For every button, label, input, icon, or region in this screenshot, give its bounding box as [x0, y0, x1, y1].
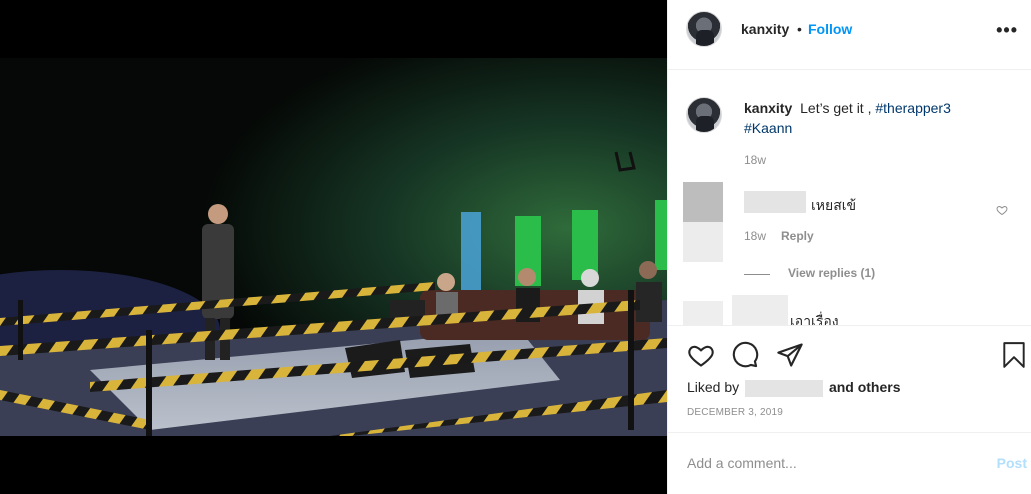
bookmark-icon[interactable] — [1001, 341, 1027, 369]
liked-by-prefix: Liked by — [687, 379, 740, 395]
more-options-icon[interactable]: ••• — [996, 20, 1018, 41]
comment-icon[interactable] — [731, 341, 759, 369]
comment-input[interactable]: Add a comment... — [687, 455, 797, 471]
header-separator: • — [797, 21, 802, 37]
post-comment-button[interactable]: Post — [997, 455, 1027, 471]
redacted-username-2 — [732, 295, 788, 325]
comments-list[interactable]: kanxity Let’s get it , #therapper3 #Kaan… — [668, 71, 1031, 326]
redacted-liker — [745, 379, 824, 397]
replies-divider — [744, 274, 770, 275]
commenter-avatar-2[interactable] — [683, 301, 723, 325]
share-icon[interactable] — [776, 341, 804, 369]
reply-button[interactable]: Reply — [781, 229, 814, 243]
caption-text: Let’s get it , — [800, 100, 872, 116]
caption: kanxity Let’s get it , #therapper3 #Kaan… — [744, 98, 1004, 138]
hashtag-therapper3[interactable]: #therapper3 — [875, 100, 951, 116]
follow-button[interactable]: Follow — [808, 21, 852, 37]
post-date[interactable]: December 3, 2019 — [687, 407, 783, 418]
redacted-username — [744, 191, 806, 213]
view-replies-button[interactable]: View replies (1) — [788, 266, 875, 280]
liked-by: Liked by and others — [687, 379, 901, 397]
caption-author-avatar[interactable] — [686, 97, 722, 133]
comment-age: 18w — [744, 229, 767, 243]
post-header: kanxity • Follow ••• — [668, 0, 1031, 70]
post-media[interactable] — [0, 0, 667, 494]
comment-text: เหยสเข้ — [811, 197, 857, 213]
caption-age: 18w — [744, 153, 767, 167]
add-comment-bar: Add a comment... Post — [668, 434, 1031, 494]
liked-by-others[interactable]: and others — [829, 379, 901, 395]
author-avatar[interactable] — [686, 11, 722, 47]
comment-like-heart-icon[interactable] — [996, 204, 1008, 216]
post-details-panel: kanxity • Follow ••• kanxity Let’s get i… — [667, 0, 1031, 494]
hashtag-kaann[interactable]: #Kaann — [744, 120, 792, 136]
author-username[interactable]: kanxity — [741, 21, 789, 37]
heart-icon[interactable] — [687, 341, 715, 369]
commenter-avatar[interactable] — [683, 182, 723, 262]
caption-username[interactable]: kanxity — [744, 100, 792, 116]
comment-text-2: เอาเรื่อง — [790, 313, 839, 326]
action-bar: Liked by and others December 3, 2019 — [668, 327, 1031, 433]
stage-photo — [0, 0, 667, 494]
